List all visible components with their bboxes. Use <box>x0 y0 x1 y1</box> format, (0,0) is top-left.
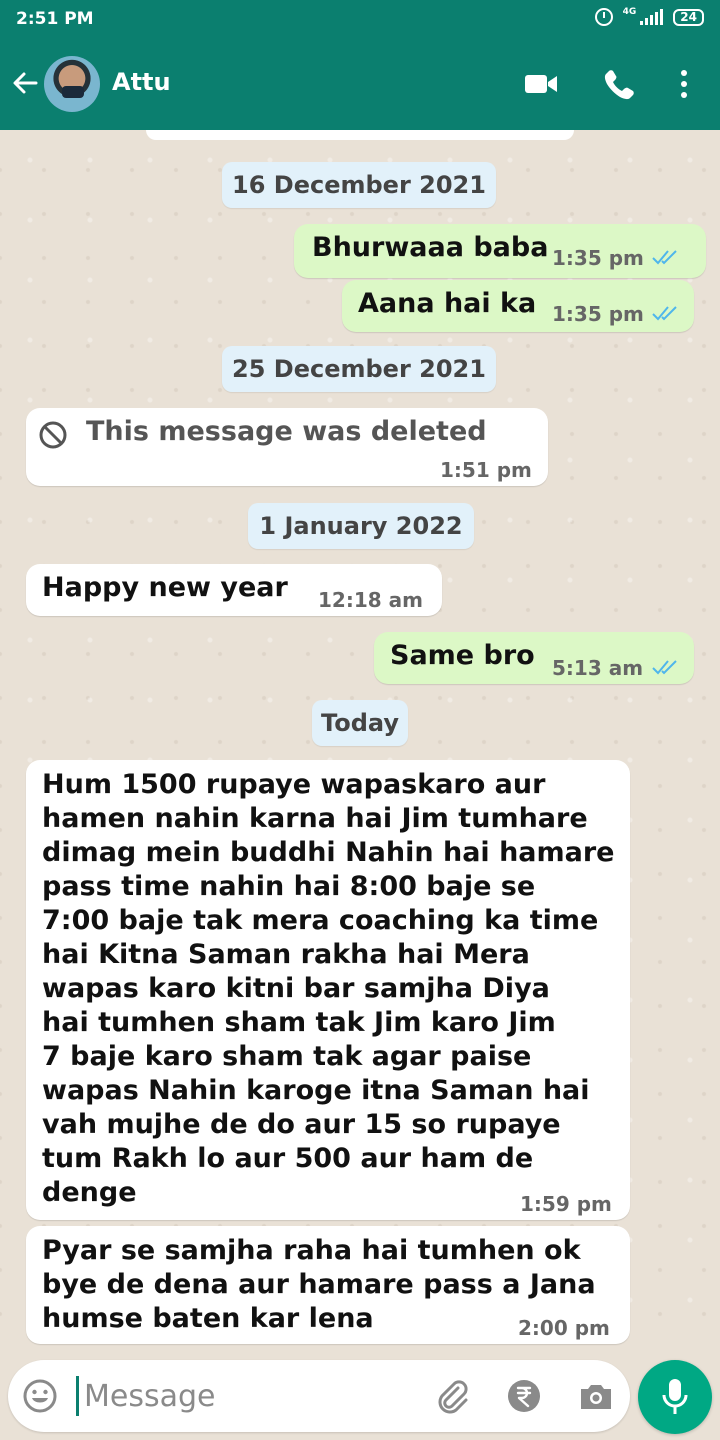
status-time: 2:51 PM <box>16 9 94 29</box>
deleted-message-icon <box>39 421 67 449</box>
message-composer <box>8 1360 630 1432</box>
message-bubble-deleted[interactable]: This message was deleted 1:51 pm <box>26 408 548 486</box>
signal-icon <box>640 9 664 25</box>
voice-message-button[interactable] <box>638 1360 712 1434</box>
message-time: 1:35 pm <box>552 246 644 270</box>
status-icons: 4G 24 <box>594 7 704 26</box>
message-text: Bhurwaaa baba <box>312 232 549 263</box>
message-time: 2:00 pm <box>518 1316 610 1340</box>
video-call-icon[interactable] <box>524 72 558 96</box>
message-bubble-outgoing[interactable]: Aana hai ka 1:35 pm <box>342 280 694 332</box>
contact-name[interactable]: Attu <box>112 68 171 96</box>
date-chip-25-dec: 25 December 2021 <box>222 346 496 392</box>
payment-rupee-icon[interactable] <box>506 1378 542 1414</box>
app-bar: 2:51 PM 4G 24 Attu <box>0 0 720 130</box>
read-receipt-icon <box>652 660 677 675</box>
message-text: Happy new year <box>42 572 288 603</box>
message-text: Aana hai ka <box>358 288 537 319</box>
camera-icon[interactable] <box>578 1378 614 1414</box>
status-bar: 2:51 PM 4G 24 <box>0 0 720 40</box>
message-time: 1:59 pm <box>520 1192 612 1216</box>
network-type-label: 4G <box>622 7 637 17</box>
message-bubble-incoming[interactable]: Happy new year 12:18 am <box>26 564 442 616</box>
date-chip-16-dec: 16 December 2021 <box>222 162 496 208</box>
message-time: 1:51 pm <box>440 458 532 482</box>
more-options-icon[interactable] <box>676 68 692 100</box>
message-bubble-outgoing[interactable]: Same bro 5:13 am <box>374 632 694 684</box>
previous-message-bubble <box>146 130 574 140</box>
message-bubble-incoming-long[interactable]: Hum 1500 rupaye wapaskaro aur hamen nahi… <box>26 760 630 1220</box>
message-input[interactable] <box>84 1374 414 1418</box>
battery-icon: 24 <box>673 8 704 26</box>
emoji-icon[interactable] <box>22 1378 58 1414</box>
message-time: 5:13 am <box>552 656 644 680</box>
chat-header: Attu <box>0 40 720 130</box>
deleted-message-text: This message was deleted <box>86 416 487 447</box>
read-receipt-icon <box>652 250 677 265</box>
date-chip-1-jan: 1 January 2022 <box>248 503 474 549</box>
message-text: Hum 1500 rupaye wapaskaro aur hamen nahi… <box>42 769 615 1208</box>
voice-call-icon[interactable] <box>602 68 634 100</box>
text-caret <box>76 1376 79 1416</box>
attachment-icon[interactable] <box>434 1378 470 1414</box>
message-bubble-incoming[interactable]: Pyar se samjha raha hai tumhen ok bye de… <box>26 1226 630 1344</box>
message-time: 12:18 am <box>318 588 423 612</box>
read-receipt-icon <box>652 306 677 321</box>
microphone-icon <box>662 1379 688 1414</box>
message-time: 1:35 pm <box>552 302 644 326</box>
chat-area[interactable]: 16 December 2021 Bhurwaaa baba 1:35 pm A… <box>0 130 720 1350</box>
contact-avatar[interactable] <box>44 56 100 112</box>
back-arrow-icon[interactable] <box>10 68 40 98</box>
message-bubble-outgoing[interactable]: Bhurwaaa baba 1:35 pm <box>294 224 706 278</box>
alarm-icon <box>594 8 613 26</box>
message-text: Same bro <box>390 640 535 671</box>
date-chip-today: Today <box>312 700 408 746</box>
